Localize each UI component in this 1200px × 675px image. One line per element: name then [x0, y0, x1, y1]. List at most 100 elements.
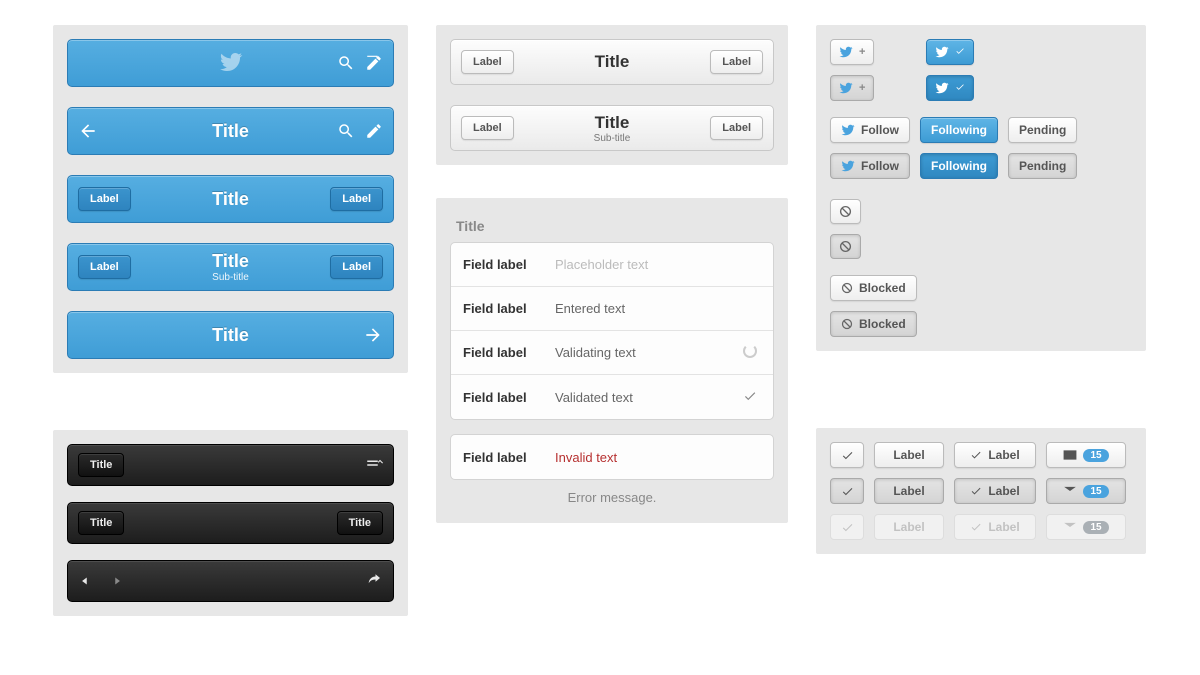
form-row-validated[interactable]: Field label Validated text: [451, 375, 773, 419]
check-icon: [955, 45, 965, 59]
bird-icon: [841, 159, 855, 173]
prev-icon[interactable]: [78, 574, 92, 588]
check-label-button[interactable]: Label: [954, 442, 1036, 468]
navbar-blue-forward[interactable]: Title: [67, 311, 394, 359]
check-label-button-disabled: Label: [954, 514, 1036, 540]
compose-icon[interactable]: [365, 122, 383, 140]
nav-left-button[interactable]: Label: [78, 255, 131, 279]
check-button-pressed[interactable]: [830, 478, 864, 504]
form-card: Field label Placeholder text Field label…: [450, 242, 774, 420]
navbar-subtitle: Sub-title: [514, 133, 711, 144]
navbar-title: Title: [595, 52, 630, 71]
nav-left-button[interactable]: Label: [461, 50, 514, 74]
label-button-pressed[interactable]: Label: [874, 478, 944, 504]
navbar-blue-subtitle: Label Title Sub-title Label: [67, 243, 394, 291]
checklist-icon[interactable]: [365, 456, 383, 474]
button-label: Label: [988, 520, 1019, 534]
check-label-button-pressed[interactable]: Label: [954, 478, 1036, 504]
nav-right-button[interactable]: Title: [337, 511, 383, 535]
navbar-blue-back: Title: [67, 107, 394, 155]
navbar-title: Title: [212, 325, 249, 345]
label-button[interactable]: Label: [874, 442, 944, 468]
nav-left-button[interactable]: Title: [78, 511, 124, 535]
follow-button-pressed[interactable]: Follow: [830, 153, 910, 179]
navbar-title: Title: [212, 189, 249, 209]
nav-left-button[interactable]: Title: [78, 453, 124, 477]
blocked-label: Blocked: [859, 281, 906, 295]
mail-icon: [1063, 484, 1077, 498]
form-row-entered[interactable]: Field label Entered text: [451, 287, 773, 331]
form-row-validating[interactable]: Field label Validating text: [451, 331, 773, 375]
check-icon: [970, 485, 982, 497]
form-row-invalid[interactable]: Field label Invalid text: [451, 435, 773, 479]
button-label: Label: [893, 520, 924, 534]
following-button-pressed[interactable]: Following: [920, 153, 998, 179]
navbar-grey: Label Title Label: [450, 39, 774, 85]
panel-blue-navbars: Title Label Title Label Label Title Sub-…: [53, 25, 408, 373]
block-icon: [839, 240, 852, 253]
panel-grey-navbars: Label Title Label Label Title Sub-title …: [436, 25, 788, 165]
form-error-message: Error message.: [450, 480, 774, 509]
following-button[interactable]: Following: [920, 117, 998, 143]
check-button-disabled: [830, 514, 864, 540]
search-icon[interactable]: [337, 122, 355, 140]
following-small-button-pressed[interactable]: [926, 75, 974, 101]
pending-label: Pending: [1019, 159, 1066, 173]
badge-count: 15: [1083, 449, 1108, 462]
field-label: Field label: [463, 345, 541, 360]
nav-left-button[interactable]: Label: [461, 116, 514, 140]
mail-badge-button-pressed[interactable]: 15: [1046, 478, 1126, 504]
pending-button-pressed[interactable]: Pending: [1008, 153, 1077, 179]
field-label: Field label: [463, 450, 541, 465]
bird-icon: [841, 123, 855, 137]
navbar-title: Title: [212, 121, 249, 141]
field-value: Validated text: [555, 390, 725, 405]
nav-right-button[interactable]: Label: [330, 255, 383, 279]
panel-follow-buttons: + + Follow Following Pending Follow Foll…: [816, 25, 1146, 351]
check-button[interactable]: [830, 442, 864, 468]
mail-badge-button-disabled: 15: [1046, 514, 1126, 540]
next-icon[interactable]: [110, 574, 124, 588]
check-icon: [739, 389, 761, 406]
field-value: Entered text: [555, 301, 725, 316]
nav-right-button[interactable]: Label: [710, 50, 763, 74]
mail-icon: [1063, 520, 1077, 534]
plus-icon: +: [859, 46, 865, 58]
form-row-placeholder[interactable]: Field label Placeholder text: [451, 243, 773, 287]
compose-icon[interactable]: [365, 54, 383, 72]
panel-label-buttons: Label Label 15 Label Label 15 Label Labe…: [816, 428, 1146, 554]
nav-right-button[interactable]: Label: [330, 187, 383, 211]
mail-badge-button[interactable]: 15: [1046, 442, 1126, 468]
follow-small-button-pressed[interactable]: +: [830, 75, 874, 101]
check-icon: [841, 485, 854, 498]
back-arrow-icon[interactable]: [78, 121, 98, 141]
block-icon-button[interactable]: [830, 199, 861, 224]
mail-icon: [1063, 448, 1077, 462]
button-label: Label: [893, 448, 924, 462]
pending-button[interactable]: Pending: [1008, 117, 1077, 143]
label-button-disabled: Label: [874, 514, 944, 540]
follow-button[interactable]: Follow: [830, 117, 910, 143]
follow-label: Follow: [861, 123, 899, 137]
navbar-title: Title: [212, 251, 249, 271]
block-icon-button-pressed[interactable]: [830, 234, 861, 259]
bird-icon: [839, 45, 853, 59]
follow-small-button[interactable]: +: [830, 39, 874, 65]
nav-left-button[interactable]: Label: [78, 187, 131, 211]
nav-right-button[interactable]: Label: [710, 116, 763, 140]
blocked-button[interactable]: Blocked: [830, 275, 917, 301]
forward-arrow-icon: [363, 325, 383, 345]
navbar-blue-primary: [67, 39, 394, 87]
blocked-button-pressed[interactable]: Blocked: [830, 311, 917, 337]
bird-icon: [839, 81, 853, 95]
field-value-error: Invalid text: [555, 450, 725, 465]
bird-icon: [219, 50, 243, 74]
form-card-error: Field label Invalid text: [450, 434, 774, 480]
search-icon[interactable]: [337, 54, 355, 72]
share-icon[interactable]: [365, 572, 383, 590]
check-icon: [841, 449, 854, 462]
button-label: Label: [893, 484, 924, 498]
button-label: Label: [988, 484, 1019, 498]
check-icon: [955, 81, 965, 95]
following-small-button[interactable]: [926, 39, 974, 65]
